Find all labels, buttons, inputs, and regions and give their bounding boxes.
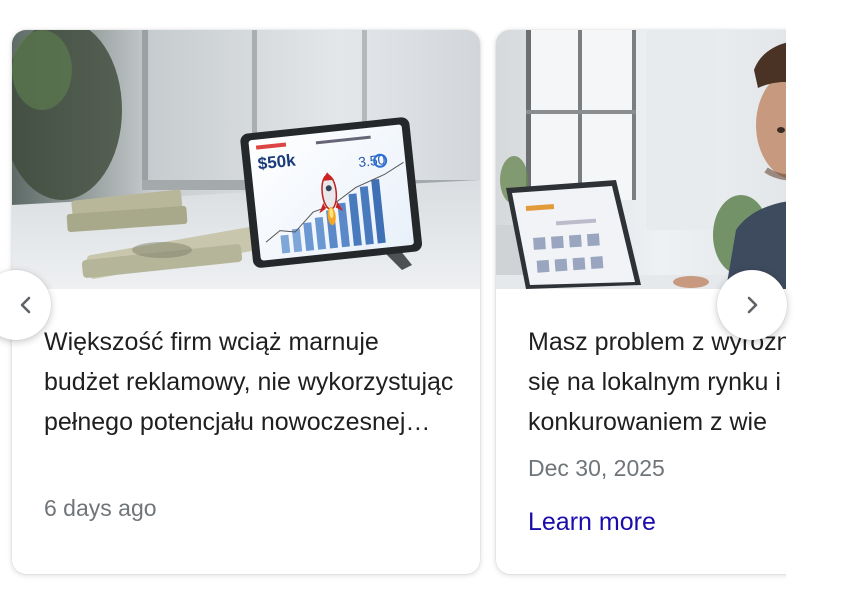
chevron-right-icon [747,296,758,314]
article-title-line: się na lokalnym rynku i [528,368,781,396]
screen-price-label: $50k [257,151,297,174]
article-date: Dec 30, 2025 [528,455,665,481]
carousel-next-button[interactable] [717,270,787,340]
chevron-left-icon [20,296,31,314]
article-title-line: konkurowaniem z wie [528,408,767,436]
article-title[interactable]: Masz problem z wyróżnieniem się na lokal… [528,322,786,442]
article-thumbnail[interactable]: $50k 3.50 [12,30,480,289]
learn-more-link[interactable]: Learn more [528,508,656,537]
results-carousel-stage: $50k 3.50 Większość firm wciąż marnuje b… [0,0,844,596]
article-date: 6 days ago [44,495,157,521]
man-laptop-photo [496,30,786,289]
article-title[interactable]: Większość firm wciąż marnuje budżet rekl… [44,322,454,442]
tablet-rocket-photo: $50k 3.50 [12,30,480,289]
carousel-viewport: $50k 3.50 Większość firm wciąż marnuje b… [0,24,786,584]
article-card[interactable]: $50k 3.50 Większość firm wciąż marnuje b… [12,30,480,574]
article-thumbnail[interactable] [496,30,786,289]
